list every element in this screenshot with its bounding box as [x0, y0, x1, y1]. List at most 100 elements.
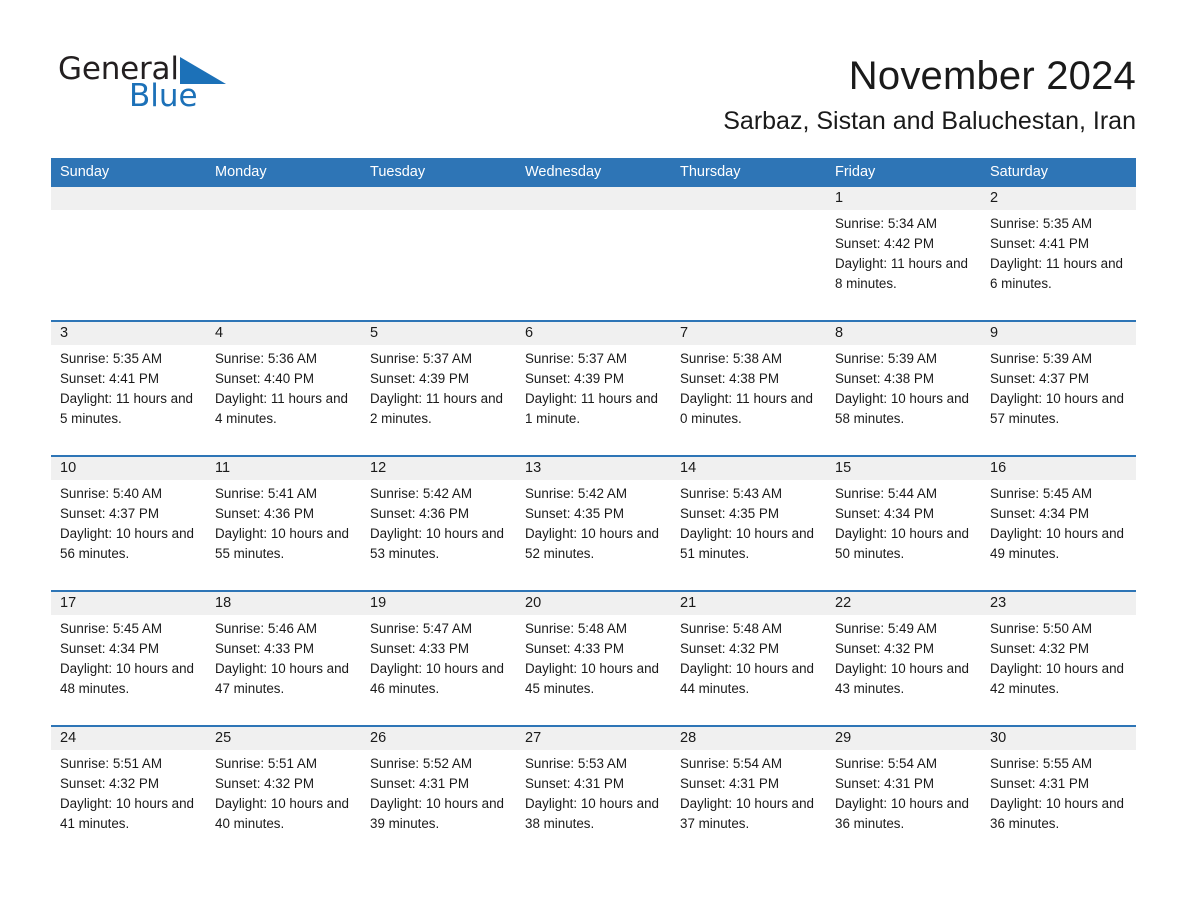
weekday-header-monday: Monday [215, 164, 267, 180]
calendar-day-cell[interactable]: 24 Sunrise: 5:51 AM Sunset: 4:32 PM Dayligh… [51, 727, 206, 860]
weekday-header-saturday: Saturday [990, 164, 1049, 180]
sunset-text: Sunset: 4:42 PM [835, 236, 934, 251]
day-sun-info: Sunrise: 5:43 AM Sunset: 4:35 PM Daylight:… [671, 480, 826, 564]
day-sun-info: Sunrise: 5:45 AM Sunset: 4:34 PM Daylight:… [981, 480, 1136, 564]
day-sun-info: Sunrise: 5:45 AM Sunset: 4:34 PM Daylight:… [51, 615, 206, 699]
sunset-text: Sunset: 4:41 PM [990, 236, 1089, 251]
calendar-week-row: 10 Sunrise: 5:40 AM Sunset: 4:37 PM Dayligh… [51, 455, 1136, 590]
sunset-text: Sunset: 4:31 PM [680, 776, 779, 791]
day-number: 29 [826, 727, 981, 750]
calendar-day-cell[interactable]: 30 Sunrise: 5:55 AM Sunset: 4:31 PM Dayligh… [981, 727, 1136, 860]
calendar-day-cell-empty [51, 187, 206, 320]
day-number: 27 [516, 727, 671, 750]
calendar-day-cell[interactable]: 4 Sunrise: 5:36 AM Sunset: 4:40 PM Daylight… [206, 322, 361, 455]
calendar-day-cell[interactable]: 23 Sunrise: 5:50 AM Sunset: 4:32 PM Dayligh… [981, 592, 1136, 725]
calendar-day-cell[interactable]: 16 Sunrise: 5:45 AM Sunset: 4:34 PM Dayligh… [981, 457, 1136, 590]
calendar-day-cell[interactable]: 11 Sunrise: 5:41 AM Sunset: 4:36 PM Dayligh… [206, 457, 361, 590]
sunset-text: Sunset: 4:33 PM [370, 641, 469, 656]
day-sun-info: Sunrise: 5:34 AM Sunset: 4:42 PM Daylight:… [826, 210, 981, 294]
calendar-day-cell[interactable]: 5 Sunrise: 5:37 AM Sunset: 4:39 PM Daylight… [361, 322, 516, 455]
day-sun-info: Sunrise: 5:51 AM Sunset: 4:32 PM Daylight:… [206, 750, 361, 834]
day-number [361, 187, 516, 210]
calendar-page: General Blue November 2024 Sarbaz, Sista… [0, 0, 1188, 918]
calendar-day-cell[interactable]: 14 Sunrise: 5:43 AM Sunset: 4:35 PM Dayligh… [671, 457, 826, 590]
sunrise-text: Sunrise: 5:48 AM [525, 621, 627, 636]
sunrise-text: Sunrise: 5:39 AM [990, 351, 1092, 366]
day-sun-info: Sunrise: 5:42 AM Sunset: 4:35 PM Daylight:… [516, 480, 671, 564]
logo-word-blue: Blue [129, 78, 198, 114]
general-blue-logo[interactable]: General Blue [58, 50, 318, 122]
calendar-day-cell[interactable]: 25 Sunrise: 5:51 AM Sunset: 4:32 PM Dayligh… [206, 727, 361, 860]
day-number: 12 [361, 457, 516, 480]
calendar-day-cell[interactable]: 15 Sunrise: 5:44 AM Sunset: 4:34 PM Dayligh… [826, 457, 981, 590]
day-sun-info: Sunrise: 5:55 AM Sunset: 4:31 PM Daylight:… [981, 750, 1136, 834]
calendar-day-cell[interactable]: 3 Sunrise: 5:35 AM Sunset: 4:41 PM Daylight… [51, 322, 206, 455]
sunset-text: Sunset: 4:38 PM [680, 371, 779, 386]
day-number: 10 [51, 457, 206, 480]
calendar-day-cell[interactable]: 26 Sunrise: 5:52 AM Sunset: 4:31 PM Dayligh… [361, 727, 516, 860]
calendar-day-cell[interactable]: 7 Sunrise: 5:38 AM Sunset: 4:38 PM Daylight… [671, 322, 826, 455]
daylight-text: Daylight: 10 hours and 55 minutes. [215, 526, 349, 561]
daylight-text: Daylight: 11 hours and 0 minutes. [680, 391, 813, 426]
sunrise-text: Sunrise: 5:38 AM [680, 351, 782, 366]
day-sun-info: Sunrise: 5:36 AM Sunset: 4:40 PM Daylight:… [206, 345, 361, 429]
daylight-text: Daylight: 11 hours and 6 minutes. [990, 256, 1123, 291]
calendar-day-cell-empty [671, 187, 826, 320]
day-sun-info: Sunrise: 5:38 AM Sunset: 4:38 PM Daylight:… [671, 345, 826, 429]
calendar-day-cell[interactable]: 12 Sunrise: 5:42 AM Sunset: 4:36 PM Dayligh… [361, 457, 516, 590]
sunset-text: Sunset: 4:32 PM [835, 641, 934, 656]
calendar-day-cell[interactable]: 13 Sunrise: 5:42 AM Sunset: 4:35 PM Dayligh… [516, 457, 671, 590]
calendar-day-cell[interactable]: 18 Sunrise: 5:46 AM Sunset: 4:33 PM Dayligh… [206, 592, 361, 725]
sunset-text: Sunset: 4:41 PM [60, 371, 159, 386]
day-sun-info: Sunrise: 5:48 AM Sunset: 4:32 PM Daylight:… [671, 615, 826, 699]
daylight-text: Daylight: 10 hours and 42 minutes. [990, 661, 1124, 696]
sunset-text: Sunset: 4:36 PM [370, 506, 469, 521]
calendar-day-cell[interactable]: 8 Sunrise: 5:39 AM Sunset: 4:38 PM Daylight… [826, 322, 981, 455]
day-sun-info: Sunrise: 5:39 AM Sunset: 4:38 PM Daylight:… [826, 345, 981, 429]
calendar-day-cell[interactable]: 27 Sunrise: 5:53 AM Sunset: 4:31 PM Dayligh… [516, 727, 671, 860]
sunrise-text: Sunrise: 5:39 AM [835, 351, 937, 366]
weekday-header-wednesday: Wednesday [525, 164, 602, 180]
calendar-day-cell[interactable]: 10 Sunrise: 5:40 AM Sunset: 4:37 PM Dayligh… [51, 457, 206, 590]
calendar-day-cell-empty [206, 187, 361, 320]
day-number: 2 [981, 187, 1136, 210]
calendar-day-cell[interactable]: 20 Sunrise: 5:48 AM Sunset: 4:33 PM Dayligh… [516, 592, 671, 725]
sunrise-text: Sunrise: 5:53 AM [525, 756, 627, 771]
title-block: November 2024 Sarbaz, Sistan and Baluche… [723, 52, 1136, 138]
calendar-day-cell[interactable]: 1 Sunrise: 5:34 AM Sunset: 4:42 PM Daylight… [826, 187, 981, 320]
daylight-text: Daylight: 10 hours and 37 minutes. [680, 796, 814, 831]
sunrise-text: Sunrise: 5:49 AM [835, 621, 937, 636]
day-number [206, 187, 361, 210]
calendar-day-cell[interactable]: 9 Sunrise: 5:39 AM Sunset: 4:37 PM Daylight… [981, 322, 1136, 455]
day-number: 20 [516, 592, 671, 615]
page-title: November 2024 [848, 54, 1136, 98]
daylight-text: Daylight: 10 hours and 49 minutes. [990, 526, 1124, 561]
weeks-container: 1 Sunrise: 5:34 AM Sunset: 4:42 PM Daylight… [51, 187, 1136, 860]
daylight-text: Daylight: 11 hours and 8 minutes. [835, 256, 968, 291]
sunset-text: Sunset: 4:32 PM [60, 776, 159, 791]
calendar-day-cell[interactable]: 19 Sunrise: 5:47 AM Sunset: 4:33 PM Dayligh… [361, 592, 516, 725]
calendar-day-cell[interactable]: 29 Sunrise: 5:54 AM Sunset: 4:31 PM Dayligh… [826, 727, 981, 860]
sunrise-text: Sunrise: 5:35 AM [60, 351, 162, 366]
day-sun-info: Sunrise: 5:39 AM Sunset: 4:37 PM Daylight:… [981, 345, 1136, 429]
weekday-header-tuesday: Tuesday [370, 164, 426, 180]
sunrise-text: Sunrise: 5:37 AM [370, 351, 472, 366]
day-number [51, 187, 206, 210]
day-number: 30 [981, 727, 1136, 750]
day-number: 6 [516, 322, 671, 345]
calendar-day-cell[interactable]: 6 Sunrise: 5:37 AM Sunset: 4:39 PM Daylight… [516, 322, 671, 455]
calendar-grid: Sunday Monday Tuesday Wednesday Thursday… [51, 158, 1136, 860]
sunrise-text: Sunrise: 5:48 AM [680, 621, 782, 636]
day-number: 28 [671, 727, 826, 750]
sunset-text: Sunset: 4:32 PM [680, 641, 779, 656]
daylight-text: Daylight: 10 hours and 38 minutes. [525, 796, 659, 831]
calendar-day-cell[interactable]: 22 Sunrise: 5:49 AM Sunset: 4:32 PM Dayligh… [826, 592, 981, 725]
calendar-day-cell[interactable]: 2 Sunrise: 5:35 AM Sunset: 4:41 PM Daylight… [981, 187, 1136, 320]
calendar-day-cell[interactable]: 21 Sunrise: 5:48 AM Sunset: 4:32 PM Dayligh… [671, 592, 826, 725]
weekday-header-row: Sunday Monday Tuesday Wednesday Thursday… [51, 158, 1136, 187]
calendar-day-cell[interactable]: 28 Sunrise: 5:54 AM Sunset: 4:31 PM Dayligh… [671, 727, 826, 860]
calendar-day-cell[interactable]: 17 Sunrise: 5:45 AM Sunset: 4:34 PM Dayligh… [51, 592, 206, 725]
sunset-text: Sunset: 4:40 PM [215, 371, 314, 386]
daylight-text: Daylight: 11 hours and 1 minute. [525, 391, 658, 426]
sunrise-text: Sunrise: 5:50 AM [990, 621, 1092, 636]
